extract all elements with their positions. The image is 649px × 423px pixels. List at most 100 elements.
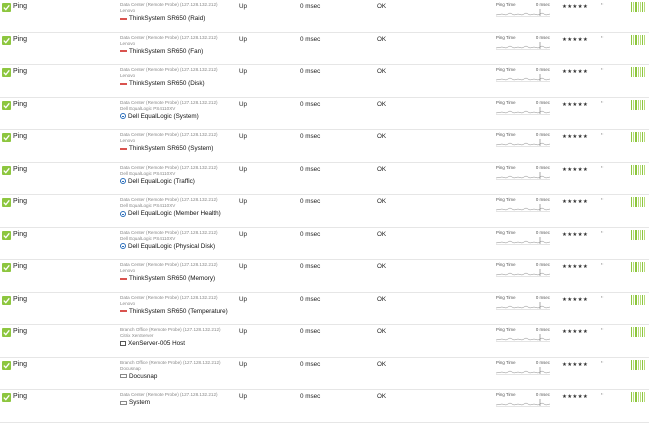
- probe-link[interactable]: Data Center (Remote Probe) (127.128.132.…: [120, 165, 235, 171]
- probe-link[interactable]: Data Center (Remote Probe) (127.128.132.…: [120, 230, 235, 236]
- device-link[interactable]: ThinkSystem SR650 (System): [120, 144, 235, 153]
- device-link[interactable]: System: [120, 398, 235, 407]
- device-link[interactable]: ThinkSystem SR650 (Disk): [120, 79, 235, 88]
- device-link[interactable]: ThinkSystem SR650 (Temperature): [120, 307, 235, 316]
- device-link[interactable]: ThinkSystem SR650 (Fan): [120, 47, 235, 56]
- status-text: Up: [239, 263, 248, 270]
- ping-time-sparkline[interactable]: Ping Time 0 msec: [496, 230, 550, 245]
- table-row[interactable]: Ping Data Center (Remote Probe) (127.128…: [0, 260, 649, 293]
- device-link[interactable]: Dell EqualLogic (Physical Disk): [120, 242, 235, 251]
- sensor-name-link[interactable]: Ping: [13, 101, 27, 108]
- device-link[interactable]: XenServer-005 Host: [120, 339, 235, 348]
- device-link[interactable]: Dell EqualLogic (Traffic): [120, 177, 235, 186]
- sparkline-value: 0 msec: [535, 2, 550, 7]
- status-text: Up: [239, 3, 248, 10]
- sparkline-graph: [496, 9, 550, 17]
- table-row[interactable]: Ping Data Center (Remote Probe) (127.128…: [0, 33, 649, 65]
- ping-time-sparkline[interactable]: Ping Time 0 msec: [496, 327, 550, 342]
- table-row[interactable]: Ping Data Center (Remote Probe) (127.128…: [0, 130, 649, 163]
- device-link[interactable]: ThinkSystem SR650 (Memory): [120, 274, 235, 283]
- priority-stars[interactable]: ★★★★★: [562, 362, 588, 368]
- ping-time-sparkline[interactable]: Ping Time 0 msec: [496, 360, 550, 375]
- status-check-icon: [2, 393, 11, 402]
- ping-time-sparkline[interactable]: Ping Time 0 msec: [496, 2, 550, 17]
- table-row[interactable]: Ping Data Center (Remote Probe) (127.128…: [0, 65, 649, 98]
- priority-stars[interactable]: ★★★★★: [562, 69, 588, 75]
- sparkline-graph: [496, 269, 550, 277]
- sensor-name-link[interactable]: Ping: [13, 328, 27, 335]
- sensor-name-link[interactable]: Ping: [13, 361, 27, 368]
- message-text: OK: [377, 165, 387, 173]
- message-text: OK: [377, 3, 387, 10]
- probe-link[interactable]: Branch Office (Remote Probe) (127.128.13…: [120, 360, 235, 366]
- sensor-name-link[interactable]: Ping: [13, 36, 27, 43]
- device-label: Dell EqualLogic (Physical Disk): [128, 242, 216, 250]
- ping-time-sparkline[interactable]: Ping Time 0 msec: [496, 392, 550, 407]
- table-row[interactable]: Ping Data Center (Remote Probe) (127.128…: [0, 0, 649, 33]
- sensor-name-link[interactable]: Ping: [13, 263, 27, 270]
- device-cell: Data Center (Remote Probe) (127.128.132.…: [120, 230, 235, 251]
- sensor-id-text: ▪:: [601, 164, 604, 169]
- table-row[interactable]: Ping Data Center (Remote Probe) (127.128…: [0, 390, 649, 423]
- sparkline-value: 0 msec: [535, 392, 550, 397]
- table-row[interactable]: Ping Data Center (Remote Probe) (127.128…: [0, 293, 649, 325]
- sensor-name-link[interactable]: Ping: [13, 68, 27, 75]
- device-link[interactable]: Dell EqualLogic (Member Health): [120, 209, 235, 218]
- table-row[interactable]: Ping Data Center (Remote Probe) (127.128…: [0, 228, 649, 260]
- device-label: ThinkSystem SR650 (Raid): [129, 15, 206, 22]
- ping-time-sparkline[interactable]: Ping Time 0 msec: [496, 35, 550, 50]
- sparkline-value: 0 msec: [535, 197, 550, 202]
- probe-link[interactable]: Data Center (Remote Probe) (127.128.132.…: [120, 35, 235, 41]
- sparkline-value: 0 msec: [535, 294, 550, 300]
- device-cell: Data Center (Remote Probe) (127.128.132.…: [120, 197, 235, 218]
- device-label: ThinkSystem SR650 (Memory): [129, 275, 216, 282]
- priority-stars[interactable]: ★★★★★: [562, 297, 588, 303]
- message-text: OK: [377, 100, 387, 108]
- uptime-bars: [631, 262, 646, 272]
- table-row[interactable]: Ping Data Center (Remote Probe) (127.128…: [0, 195, 649, 228]
- ping-time-sparkline[interactable]: Ping Time 0 msec: [496, 197, 550, 212]
- sensor-name-link[interactable]: Ping: [13, 166, 27, 173]
- sparkline-value: 0 msec: [535, 262, 550, 267]
- sensor-name-link[interactable]: Ping: [13, 3, 27, 10]
- ping-time-sparkline[interactable]: Ping Time 0 msec: [496, 295, 550, 310]
- sensor-name-link[interactable]: Ping: [13, 231, 27, 238]
- priority-stars[interactable]: ★★★★★: [562, 199, 588, 205]
- probe-link[interactable]: Data Center (Remote Probe) (127.128.132.…: [120, 295, 235, 301]
- device-link[interactable]: ThinkSystem SR650 (Raid): [120, 14, 235, 23]
- status-check-icon: [2, 230, 11, 240]
- sensor-name-link[interactable]: Ping: [13, 198, 27, 205]
- priority-stars[interactable]: ★★★★★: [562, 167, 588, 173]
- probe-link[interactable]: Data Center (Remote Probe) (127.128.132.…: [120, 100, 235, 106]
- ping-time-sparkline[interactable]: Ping Time 0 msec: [496, 100, 550, 115]
- sparkline-value: 0 msec: [535, 164, 550, 170]
- priority-stars[interactable]: ★★★★★: [562, 37, 588, 43]
- sensor-name-link[interactable]: Ping: [13, 296, 27, 303]
- sensor-name-link[interactable]: Ping: [13, 133, 27, 140]
- priority-stars[interactable]: ★★★★★: [562, 134, 588, 140]
- priority-stars[interactable]: ★★★★★: [562, 264, 588, 270]
- table-row[interactable]: Ping Branch Office (Remote Probe) (127.1…: [0, 325, 649, 358]
- priority-stars[interactable]: ★★★★★: [562, 232, 588, 238]
- device-link[interactable]: Dell EqualLogic (System): [120, 112, 235, 121]
- ping-time-sparkline[interactable]: Ping Time 0 msec: [496, 262, 550, 277]
- device-link[interactable]: Docusnap: [120, 372, 235, 381]
- uptime-bars: [631, 34, 646, 45]
- status-text: Up: [239, 68, 248, 75]
- priority-stars[interactable]: ★★★★★: [562, 102, 588, 108]
- sparkline-graph: [496, 171, 550, 180]
- ping-time-sparkline[interactable]: Ping Time 0 msec: [496, 132, 550, 147]
- ping-time-sparkline[interactable]: Ping Time 0 msec: [496, 67, 550, 82]
- sparkline-value: 0 msec: [535, 67, 550, 72]
- priority-stars[interactable]: ★★★★★: [562, 329, 588, 335]
- sparkline-graph: [496, 204, 550, 212]
- table-row[interactable]: Ping Data Center (Remote Probe) (127.128…: [0, 163, 649, 195]
- sensor-name-link[interactable]: Ping: [13, 393, 27, 400]
- ping-time-sparkline[interactable]: Ping Time 0 msec: [496, 165, 550, 180]
- device-cell: Data Center (Remote Probe) (127.128.132.…: [120, 165, 235, 186]
- priority-stars[interactable]: ★★★★★: [562, 4, 588, 10]
- priority-stars[interactable]: ★★★★★: [562, 394, 588, 400]
- table-row[interactable]: Ping Branch Office (Remote Probe) (127.1…: [0, 358, 649, 390]
- device-label: XenServer-005 Host: [128, 340, 186, 347]
- table-row[interactable]: Ping Data Center (Remote Probe) (127.128…: [0, 98, 649, 130]
